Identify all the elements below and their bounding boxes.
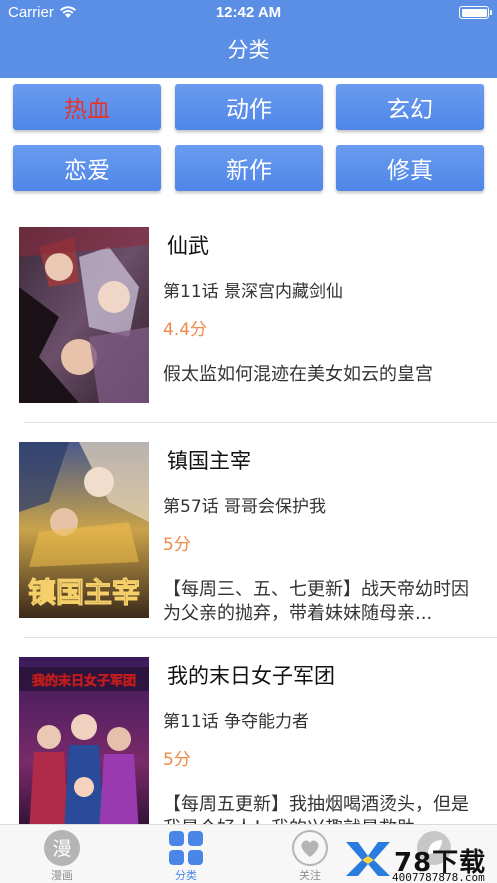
tab-manga[interactable]: 漫 漫画 <box>0 825 124 883</box>
watermark-logo <box>346 842 390 876</box>
watermark-url: 4007787878.com <box>392 871 485 883</box>
list-divider <box>24 637 497 638</box>
comic-score: 4.4分 <box>163 320 208 340</box>
comic-chapter: 第11话 争夺能力者 <box>163 712 310 732</box>
tab-label: 分类 <box>175 869 197 882</box>
comic-title: 仙武 <box>167 234 209 258</box>
comic-description: 假太监如何混迹在美女如云的皇宫 <box>163 364 433 385</box>
cover-title-text: 镇国主宰 <box>28 576 140 609</box>
comic-cover[interactable]: 我的末日女子军团 <box>19 657 149 833</box>
comic-chapter: 第57话 哥哥会保护我 <box>163 497 327 517</box>
cover-title-text: 我的末日女子军团 <box>32 673 136 689</box>
category-button-xuanhuan[interactable]: 玄幻 <box>336 84 484 130</box>
svg-text:漫: 漫 <box>52 838 71 860</box>
category-grid-icon <box>167 829 205 867</box>
status-bar: Carrier 12:42 AM <box>0 0 497 26</box>
battery-icon <box>459 6 492 19</box>
category-button-xinzuo[interactable]: 新作 <box>175 145 323 191</box>
comic-list-item[interactable]: 镇国主宰 镇国主宰 第57话 哥哥会保护我 5分 【每周三、五、七更新】战天帝幼… <box>0 442 497 657</box>
comic-list-item[interactable]: 仙武 第11话 景深宫内藏剑仙 4.4分 假太监如何混迹在美女如云的皇宫 <box>0 227 497 442</box>
heart-icon <box>291 829 329 867</box>
list-divider <box>24 422 497 423</box>
tab-label: 漫画 <box>51 869 73 882</box>
comic-cover[interactable] <box>19 227 149 403</box>
comic-score: 5分 <box>163 535 191 555</box>
category-button-lianai[interactable]: 恋爱 <box>13 145 161 191</box>
comic-cover[interactable]: 镇国主宰 <box>19 442 149 618</box>
category-button-rexue[interactable]: 热血 <box>13 84 161 130</box>
page-title: 分类 <box>227 38 270 62</box>
category-button-dongzuo[interactable]: 动作 <box>175 84 323 130</box>
tab-category[interactable]: 分类 <box>124 825 248 883</box>
site-watermark: 78下载 4007787878.com <box>344 838 494 883</box>
manga-icon: 漫 <box>43 829 81 867</box>
comic-score: 5分 <box>163 750 191 770</box>
category-button-xiuzhen[interactable]: 修真 <box>336 145 484 191</box>
header: Carrier 12:42 AM 分类 <box>0 0 497 78</box>
comic-chapter: 第11话 景深宫内藏剑仙 <box>163 282 344 302</box>
comic-description: 【每周三、五、七更新】战天帝幼时因为父亲的抛弃，带着妹妹随母亲... <box>163 579 469 624</box>
clock: 12:42 AM <box>215 4 282 21</box>
comic-title: 我的末日女子军团 <box>167 664 335 688</box>
comic-title: 镇国主宰 <box>167 449 251 473</box>
